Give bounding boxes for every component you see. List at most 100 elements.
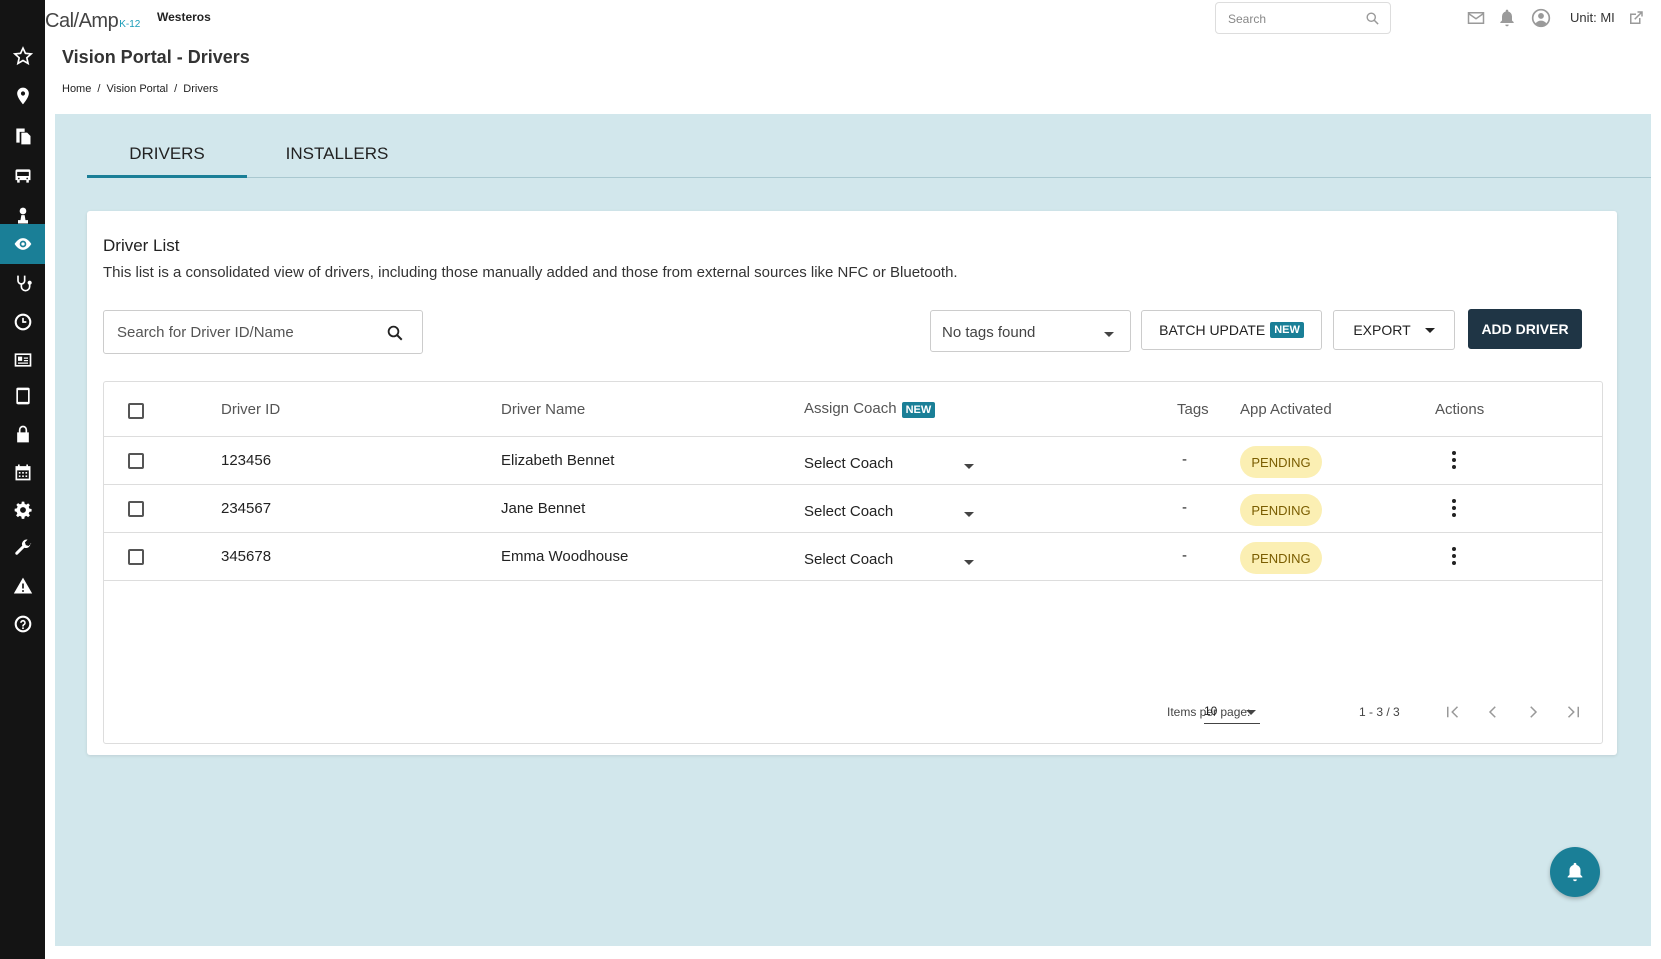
warning-icon (13, 577, 32, 594)
column-header-tags: Tags (1177, 401, 1209, 418)
driver-id: 123456 (221, 452, 272, 469)
breadcrumb-separator: / (97, 83, 101, 95)
tags-select[interactable]: No tags found (930, 310, 1131, 352)
column-header-driver-id[interactable]: Driver ID (221, 401, 280, 418)
sidebar-item-documents[interactable] (0, 116, 45, 156)
drivers-table: Driver ID Driver Name Assign Coach NEW Ta… (103, 381, 1603, 744)
select-all-checkbox[interactable] (128, 403, 144, 419)
column-header-driver-name[interactable]: Driver Name (501, 401, 585, 418)
sidebar-item-tools[interactable] (0, 528, 45, 568)
export-button[interactable]: EXPORT (1333, 310, 1455, 350)
chevron-down-icon (1104, 332, 1114, 337)
logo-subtext: K-12 (119, 19, 141, 30)
chevron-right-icon (1530, 706, 1538, 718)
table-row[interactable]: 123456 Elizabeth Bennet Select Coach - P… (104, 437, 1602, 485)
row-actions-menu[interactable] (1451, 451, 1457, 469)
status-badge: PENDING (1240, 446, 1322, 478)
row-actions-menu[interactable] (1451, 499, 1457, 517)
driver-list-card: Driver List This list is a consolidated … (87, 211, 1617, 755)
row-checkbox[interactable] (128, 501, 144, 517)
sidebar-item-contacts[interactable] (0, 340, 45, 380)
chevron-down-icon (964, 512, 974, 517)
first-page-button[interactable] (1441, 700, 1465, 724)
row-checkbox[interactable] (128, 453, 144, 469)
star-icon (12, 46, 33, 66)
chevron-down-icon (964, 464, 974, 469)
sidebar-item-favorites[interactable] (0, 36, 45, 76)
sidebar-item-history[interactable] (0, 302, 45, 342)
bell-icon (1567, 862, 1583, 882)
tags-select-value: No tags found (942, 324, 1036, 341)
driver-search-input[interactable] (115, 323, 375, 342)
driver-icon (17, 207, 28, 224)
external-link-icon[interactable] (1626, 8, 1646, 28)
batch-update-label: BATCH UPDATE (1159, 322, 1266, 338)
assign-coach-label: Assign Coach (804, 400, 897, 417)
breadcrumb-drivers: Drivers (183, 83, 219, 95)
documents-icon (15, 128, 30, 145)
wrench-icon (14, 539, 31, 555)
pagination-range: 1 - 3 / 3 (1359, 705, 1400, 719)
tab-bar: DRIVERS INSTALLERS (87, 114, 1651, 178)
batch-update-button[interactable]: BATCH UPDATE NEW (1141, 310, 1322, 350)
search-icon[interactable] (386, 324, 404, 347)
sidebar-item-map[interactable] (0, 76, 45, 116)
last-page-icon (1567, 706, 1579, 718)
logo-text: Cal/Amp (45, 10, 119, 32)
breadcrumb-separator: / (174, 83, 178, 95)
sidebar-item-alerts[interactable] (0, 566, 45, 606)
first-page-icon (1447, 706, 1459, 718)
global-search-input[interactable] (1226, 11, 1356, 27)
main-content: DRIVERS INSTALLERS Driver List This list… (55, 114, 1651, 946)
row-checkbox[interactable] (128, 549, 144, 565)
tab-installers[interactable]: INSTALLERS (257, 144, 417, 178)
tab-drivers[interactable]: DRIVERS (87, 144, 247, 178)
driver-id: 345678 (221, 548, 272, 565)
sidebar-item-settings[interactable] (0, 490, 45, 530)
row-actions-menu[interactable] (1451, 547, 1457, 565)
gear-icon (14, 501, 32, 519)
previous-page-button[interactable] (1481, 700, 1505, 724)
sidebar-item-devices[interactable] (0, 376, 45, 416)
bell-icon[interactable] (1497, 8, 1517, 28)
coach-select[interactable]: Select Coach (804, 551, 978, 575)
sidebar-item-vehicles[interactable] (0, 156, 45, 196)
next-page-button[interactable] (1521, 700, 1545, 724)
add-driver-button[interactable]: ADD DRIVER (1468, 309, 1582, 349)
sidebar-item-vision[interactable] (0, 224, 45, 264)
items-per-page-select[interactable]: 10 (1204, 700, 1260, 724)
driver-search[interactable] (103, 310, 423, 354)
coach-select[interactable]: Select Coach (804, 455, 978, 479)
coach-select-value: Select Coach (804, 503, 894, 520)
sidebar-item-help[interactable] (0, 604, 45, 644)
global-search[interactable] (1215, 2, 1391, 34)
tablet-icon (15, 387, 30, 405)
sidebar-item-health[interactable] (0, 264, 45, 304)
chevron-down-icon (1424, 327, 1435, 333)
clock-icon (14, 313, 31, 331)
chevron-down-icon (1246, 710, 1256, 715)
breadcrumb-home[interactable]: Home (62, 83, 91, 95)
sidebar-item-security[interactable] (0, 414, 45, 454)
table-row[interactable]: 345678 Emma Woodhouse Select Coach - PEN… (104, 533, 1602, 581)
unit-label[interactable]: Unit: MI (1570, 10, 1615, 25)
table-row[interactable]: 234567 Jane Bennet Select Coach - PENDIN… (104, 485, 1602, 533)
driver-tags: - (1182, 451, 1187, 468)
column-header-app-activated: App Activated (1240, 401, 1332, 418)
calamp-logo[interactable]: Cal/Amp K-12 (45, 4, 145, 34)
column-header-assign-coach: Assign Coach NEW (804, 400, 936, 418)
mail-icon[interactable] (1466, 8, 1486, 28)
user-avatar-icon[interactable] (1531, 8, 1551, 28)
chevron-left-icon (1488, 706, 1496, 718)
sidebar (0, 0, 45, 959)
sidebar-item-calendar[interactable] (0, 452, 45, 492)
stethoscope-icon (16, 275, 32, 292)
coach-select-value: Select Coach (804, 455, 894, 472)
last-page-button[interactable] (1561, 700, 1585, 724)
driver-list-description: This list is a consolidated view of driv… (103, 264, 958, 281)
search-icon[interactable] (1365, 11, 1380, 31)
breadcrumb-vision-portal[interactable]: Vision Portal (107, 83, 169, 95)
coach-select[interactable]: Select Coach (804, 503, 978, 527)
notifications-fab[interactable] (1550, 847, 1600, 897)
driver-name: Elizabeth Bennet (501, 452, 615, 469)
